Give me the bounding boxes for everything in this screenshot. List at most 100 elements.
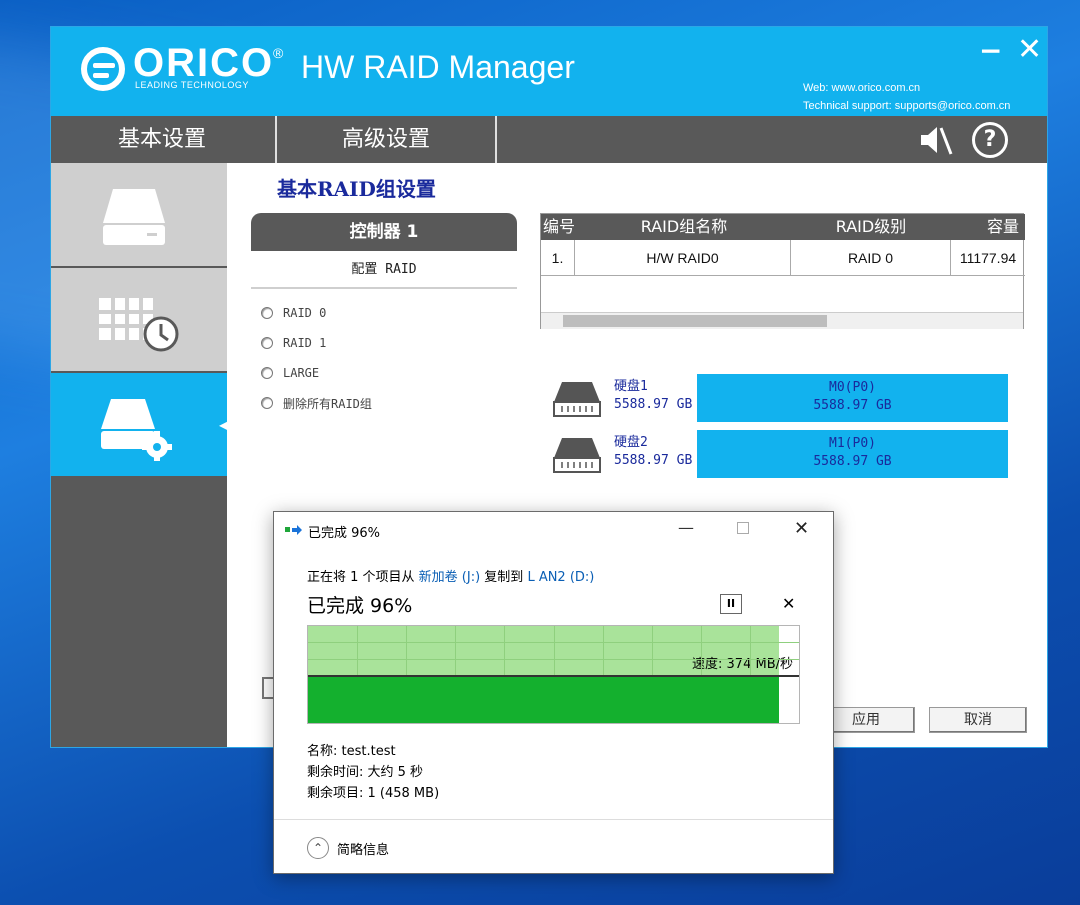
orico-logo-icon — [81, 47, 125, 91]
file-name: 名称: test.test — [307, 744, 396, 759]
disk-name: 硬盘1 — [614, 379, 648, 394]
raid-group-table: 编号 RAID组名称 RAID级别 容量 1. H/W RAID0 RAID 0… — [540, 213, 1025, 329]
configure-raid-label: 配置 RAID — [251, 251, 517, 289]
graph-grid-line — [455, 626, 456, 675]
disk-slot-size: 5588.97 GB — [813, 454, 892, 469]
graph-speed-line — [308, 675, 799, 677]
minimize-button[interactable]: − — [979, 37, 1002, 65]
sidebar-item-disk[interactable] — [51, 163, 227, 266]
selected-caret-icon: ◀ — [219, 418, 229, 432]
cancel-button[interactable]: 取消 — [929, 707, 1027, 733]
graph-grid-line — [406, 626, 407, 675]
graph-grid-line — [701, 626, 702, 675]
graph-grid-line — [504, 626, 505, 675]
stop-copy-button[interactable]: ✕ — [782, 594, 795, 613]
disk-slot-bar[interactable]: M1(P0) 5588.97 GB — [697, 430, 1008, 478]
radio-icon[interactable] — [261, 307, 273, 319]
option-label: LARGE — [283, 366, 320, 380]
disk-size: 5588.97 GB — [614, 453, 693, 468]
contact-info: Web: www.orico.com.cn Technical support:… — [803, 79, 1010, 115]
col-capacity: 容量 — [986, 217, 1019, 236]
brand-registered-mark: ® — [273, 45, 284, 61]
fewer-details-link[interactable]: 简略信息 — [337, 839, 389, 858]
cell-capacity: 11177.94 — [951, 240, 1025, 276]
horizontal-scrollbar[interactable] — [541, 312, 1023, 329]
close-button[interactable]: ✕ — [794, 518, 809, 539]
option-label: RAID 0 — [283, 306, 327, 320]
tab-advanced-settings[interactable]: 高级设置 — [275, 116, 497, 163]
destination-link[interactable]: L AN2 (D:) — [527, 570, 594, 585]
chevron-up-icon[interactable]: ⌃ — [307, 837, 329, 859]
scrollbar-thumb[interactable] — [563, 315, 827, 327]
website-text: Web: www.orico.com.cn — [803, 82, 921, 94]
option-label: 删除所有RAID组 — [283, 396, 372, 411]
table-row[interactable]: 1. H/W RAID0 RAID 0 11177.94 — [541, 240, 1025, 276]
hard-drive-icon — [553, 438, 601, 473]
brand-name: ORICO — [133, 41, 275, 85]
copy-arrow-icon — [285, 525, 302, 535]
mute-icon[interactable] — [917, 124, 953, 156]
grid-clock-icon — [99, 298, 179, 352]
progress-bar-fill — [308, 677, 779, 723]
graph-grid-line — [308, 642, 799, 643]
controller-panel: 控制器 1 配置 RAID RAID 0 RAID 1 LARGE 删除所有RA… — [251, 213, 517, 513]
disk-row: 硬盘2 5588.97 GB M1(P0) 5588.97 GB — [548, 430, 1008, 478]
title-bar: ORICO ® LEADING TECHNOLOGY HW RAID Manag… — [51, 27, 1047, 116]
radio-icon[interactable] — [261, 367, 273, 379]
divider — [274, 819, 833, 820]
support-email-text: Technical support: supports@orico.com.cn — [803, 100, 1011, 112]
sidebar-item-raid-setup[interactable]: ◀ — [51, 373, 229, 476]
tab-basic-settings[interactable]: 基本设置 — [51, 116, 273, 163]
copy-description: 正在将 1 个项目从 新加卷 (J:) 复制到 L AN2 (D:) — [307, 566, 594, 585]
col-number: 编号 — [542, 217, 575, 236]
graph-grid-line — [554, 626, 555, 675]
disk-slot-id: M1(P0) — [829, 436, 876, 451]
graph-grid-line — [308, 659, 799, 660]
option-label: RAID 1 — [283, 336, 327, 350]
speed-graph: 速度: 374 MB/秒 — [307, 625, 800, 724]
disk-name: 硬盘2 — [614, 435, 648, 450]
time-remaining: 剩余时间: 大约 5 秒 — [307, 765, 424, 780]
delete-all-option[interactable]: 删除所有RAID组 — [261, 392, 372, 414]
radio-icon[interactable] — [261, 337, 273, 349]
copy-prefix-text: 正在将 1 个项目从 — [307, 570, 419, 585]
graph-grid-line — [603, 626, 604, 675]
maximize-button[interactable] — [737, 522, 749, 534]
controller-title: 控制器 1 — [251, 213, 517, 251]
items-remaining: 剩余项目: 1 (458 MB) — [307, 786, 440, 801]
col-raid-level: RAID级别 — [835, 217, 907, 236]
graph-grid-line — [357, 626, 358, 675]
tab-bar: 基本设置 高级设置 ? — [51, 116, 1047, 163]
cell-group-name: H/W RAID0 — [575, 240, 791, 276]
pause-button[interactable]: II — [720, 594, 742, 614]
cell-number: 1. — [541, 240, 575, 276]
hard-drive-icon — [103, 189, 165, 245]
side-nav: ◀ — [51, 163, 229, 747]
transfer-speed: 速度: 374 MB/秒 — [692, 657, 793, 672]
progress-status: 已完成 96% — [307, 595, 413, 617]
disk-size: 5588.97 GB — [614, 397, 693, 412]
drive-gear-icon — [101, 399, 172, 461]
large-option[interactable]: LARGE — [261, 362, 319, 384]
dialog-title: 已完成 96% — [308, 526, 381, 541]
brand-tagline: LEADING TECHNOLOGY — [135, 80, 249, 90]
source-link[interactable]: 新加卷 (J:) — [419, 570, 481, 585]
disk-row: 硬盘1 5588.97 GB M0(P0) 5588.97 GB — [548, 374, 1008, 422]
copy-progress-dialog: 已完成 96% — ✕ 正在将 1 个项目从 新加卷 (J:) 复制到 L AN… — [273, 511, 834, 874]
raid1-option[interactable]: RAID 1 — [261, 332, 326, 354]
close-button[interactable]: ✕ — [1017, 35, 1042, 65]
minimize-button[interactable]: — — [678, 518, 694, 537]
copy-mid-text: 复制到 — [480, 570, 528, 585]
radio-icon[interactable] — [261, 397, 273, 409]
cell-raid-level: RAID 0 — [791, 240, 951, 276]
disk-slot-bar[interactable]: M0(P0) 5588.97 GB — [697, 374, 1008, 422]
disk-info: 硬盘2 5588.97 GB — [614, 434, 692, 470]
disk-info: 硬盘1 5588.97 GB — [614, 378, 692, 414]
sidebar-item-raid-status[interactable] — [51, 268, 227, 371]
graph-grid-line — [750, 626, 751, 675]
help-icon[interactable]: ? — [972, 122, 1008, 158]
app-title: HW RAID Manager — [301, 49, 575, 85]
disk-slot-id: M0(P0) — [829, 380, 876, 395]
raid0-option[interactable]: RAID 0 — [261, 302, 326, 324]
section-title: 基本RAID组设置 — [277, 177, 436, 201]
